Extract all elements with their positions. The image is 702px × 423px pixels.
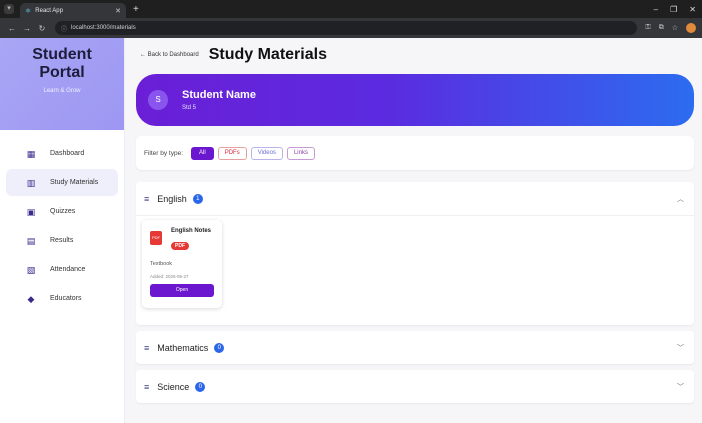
sidebar-item-label: Attendance <box>50 266 86 273</box>
close-tab-icon[interactable]: ✕ <box>115 7 121 15</box>
sidebar-item-label: Educators <box>50 295 82 302</box>
close-window-icon[interactable]: ✕ <box>689 5 696 14</box>
chart-icon: ▤ <box>26 235 36 246</box>
sidebar-menu: ▦ Dashboard ▥ Study Materials ▣ Quizzes … <box>0 130 124 312</box>
pdf-file-icon: PDF <box>150 231 162 245</box>
address-bar[interactable]: ⓘ localhost:3000/materials <box>55 21 638 35</box>
sidebar-item-label: Dashboard <box>50 150 85 157</box>
profile-avatar-icon[interactable] <box>686 23 696 33</box>
sidebar-item-label: Results <box>50 237 74 244</box>
back-to-dashboard-link[interactable]: ← Back to Dashboard <box>140 52 199 58</box>
subject-header-mathematics[interactable]: ≡ Mathematics 0 ﹀ <box>136 331 694 364</box>
graduation-cap-icon: ◆ <box>27 293 35 304</box>
screen: ▾ ⚛ React App ✕ + – ❐ ✕ ← → ↻ ⓘ localhos… <box>0 0 702 423</box>
brand-header: Student Portal Learn & Grow <box>0 38 124 130</box>
toolbar-actions: ⚿ ⧉ ☆ <box>645 23 696 33</box>
open-material-button[interactable]: Open <box>150 284 214 297</box>
filter-all-button[interactable]: All <box>191 146 214 160</box>
brand-subtitle: Learn & Grow <box>43 88 81 94</box>
dashboard-icon: ▦ <box>26 148 36 159</box>
sidebar: Student Portal Learn & Grow ▦ Dashboard … <box>0 38 125 423</box>
material-type: Textbook <box>150 261 173 267</box>
chevron-down-icon[interactable]: ﹀ <box>677 382 684 392</box>
subject-title: Mathematics <box>157 342 209 353</box>
browser-toolbar: ← → ↻ ⓘ localhost:3000/materials ⚿ ⧉ ☆ <box>0 18 702 38</box>
count-badge: 1 <box>192 193 203 204</box>
extensions-icon[interactable]: ⧉ <box>659 24 664 32</box>
forward-arrow-icon[interactable]: → <box>21 24 33 33</box>
student-name: Student Name <box>182 89 256 101</box>
student-profile-banner: S Student Name Std 5 <box>136 74 694 126</box>
sidebar-item-attendance[interactable]: ▧ Attendance <box>6 256 118 283</box>
list-icon: ≡ <box>144 381 150 392</box>
sidebar-item-label: Quizzes <box>50 208 76 215</box>
minimize-icon[interactable]: – <box>654 5 658 14</box>
student-standard: Std 5 <box>182 105 197 111</box>
url-text: localhost:3000/materials <box>71 25 136 31</box>
react-icon: ⚛ <box>25 7 32 15</box>
reload-icon[interactable]: ↻ <box>36 24 48 33</box>
subject-header-english[interactable]: ≡ English 1 ︿ <box>136 182 694 215</box>
avatar: S <box>148 90 168 110</box>
subject-section-english: ≡ English 1 ︿ PDF English Notes PDF Text… <box>136 182 694 325</box>
site-info-icon[interactable]: ⓘ <box>61 24 67 33</box>
sidebar-item-quizzes[interactable]: ▣ Quizzes <box>6 198 118 225</box>
password-key-icon[interactable]: ⚿ <box>645 24 650 32</box>
browser-tab[interactable]: ⚛ React App ✕ <box>20 3 126 18</box>
subject-body-english: PDF English Notes PDF Textbook Added: 20… <box>136 215 694 325</box>
subject-section-mathematics: ≡ Mathematics 0 ﹀ <box>136 331 694 364</box>
main-content: ← Back to Dashboard Study Materials S St… <box>125 38 702 423</box>
app-root: Student Portal Learn & Grow ▦ Dashboard … <box>0 38 702 423</box>
chevron-down-icon[interactable]: ﹀ <box>677 343 684 353</box>
subject-section-science: ≡ Science 0 ﹀ <box>136 370 694 403</box>
bookmark-star-icon[interactable]: ☆ <box>672 24 678 32</box>
brand-title-line1: Student <box>32 46 92 63</box>
filter-bar: Filter by type: All PDFs Videos Links <box>136 136 694 170</box>
restore-icon[interactable]: ❐ <box>670 5 677 14</box>
filter-pdfs-button[interactable]: PDFs <box>217 146 247 160</box>
subject-title: English <box>157 193 187 204</box>
list-icon: ≡ <box>144 193 150 204</box>
window-controls: – ❐ ✕ <box>654 5 702 14</box>
quiz-icon: ▣ <box>26 206 36 217</box>
tab-search-icon[interactable]: ▾ <box>4 4 14 14</box>
new-tab-icon[interactable]: + <box>133 4 139 15</box>
list-icon: ≡ <box>144 342 150 353</box>
back-arrow-icon[interactable]: ← <box>6 24 18 33</box>
filter-links-button[interactable]: Links <box>286 146 315 160</box>
book-icon: ▥ <box>26 177 36 188</box>
count-badge: 0 <box>195 381 206 392</box>
sidebar-item-results[interactable]: ▤ Results <box>6 227 118 254</box>
tab-title: React App <box>35 7 63 14</box>
sidebar-item-label: Study Materials <box>50 179 99 186</box>
back-link-label: Back to Dashboard <box>147 52 199 58</box>
page-title: Study Materials <box>208 46 327 63</box>
page-header: ← Back to Dashboard Study Materials <box>136 38 694 72</box>
sidebar-item-dashboard[interactable]: ▦ Dashboard <box>6 140 118 167</box>
filter-label: Filter by type: <box>144 149 184 157</box>
brand-title-line2: Portal <box>39 64 85 81</box>
count-badge: 0 <box>214 342 225 353</box>
material-date: Added: 2025-05-27 <box>150 274 189 279</box>
subject-header-science[interactable]: ≡ Science 0 ﹀ <box>136 370 694 403</box>
sidebar-item-study-materials[interactable]: ▥ Study Materials <box>6 169 118 196</box>
browser-tab-bar: ▾ ⚛ React App ✕ + – ❐ ✕ <box>0 0 702 18</box>
file-type-badge: PDF <box>171 242 189 250</box>
calendar-icon: ▧ <box>26 264 36 275</box>
sidebar-item-educators[interactable]: ◆ Educators <box>6 285 118 312</box>
material-card: PDF English Notes PDF Textbook Added: 20… <box>142 220 222 308</box>
chevron-up-icon[interactable]: ︿ <box>677 194 684 204</box>
filter-videos-button[interactable]: Videos <box>250 146 283 160</box>
subject-title: Science <box>157 381 190 392</box>
